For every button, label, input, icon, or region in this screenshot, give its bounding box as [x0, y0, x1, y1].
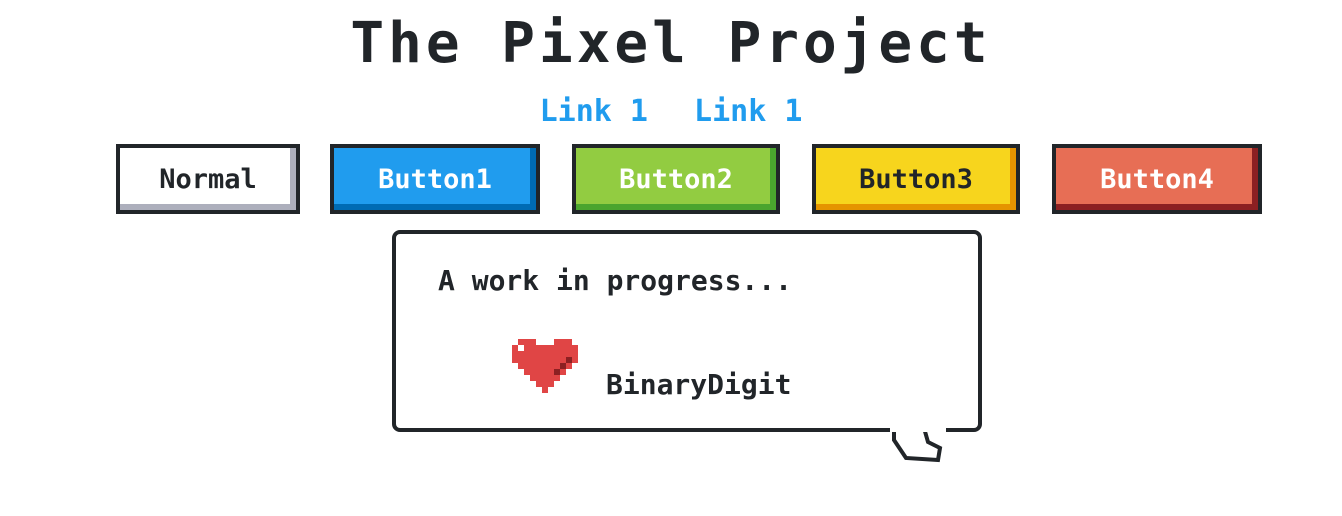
heart-icon	[512, 339, 578, 393]
link-2[interactable]: Link 1	[694, 94, 802, 129]
button1[interactable]: Button1	[330, 144, 540, 214]
author-name: BinaryDigit	[606, 368, 792, 401]
links-row: Link 1 Link 1	[0, 92, 1342, 132]
balloon-message: A work in progress...	[438, 264, 793, 297]
page-title: The Pixel Project	[350, 11, 992, 76]
link-1[interactable]: Link 1	[540, 94, 648, 129]
button2[interactable]: Button2	[572, 144, 780, 214]
button4[interactable]: Button4	[1052, 144, 1262, 214]
normal-button[interactable]: Normal	[116, 144, 300, 214]
balloon-tail	[890, 428, 946, 463]
message-balloon: A work in progress... BinaryDigit	[392, 230, 982, 432]
button3[interactable]: Button3	[812, 144, 1020, 214]
